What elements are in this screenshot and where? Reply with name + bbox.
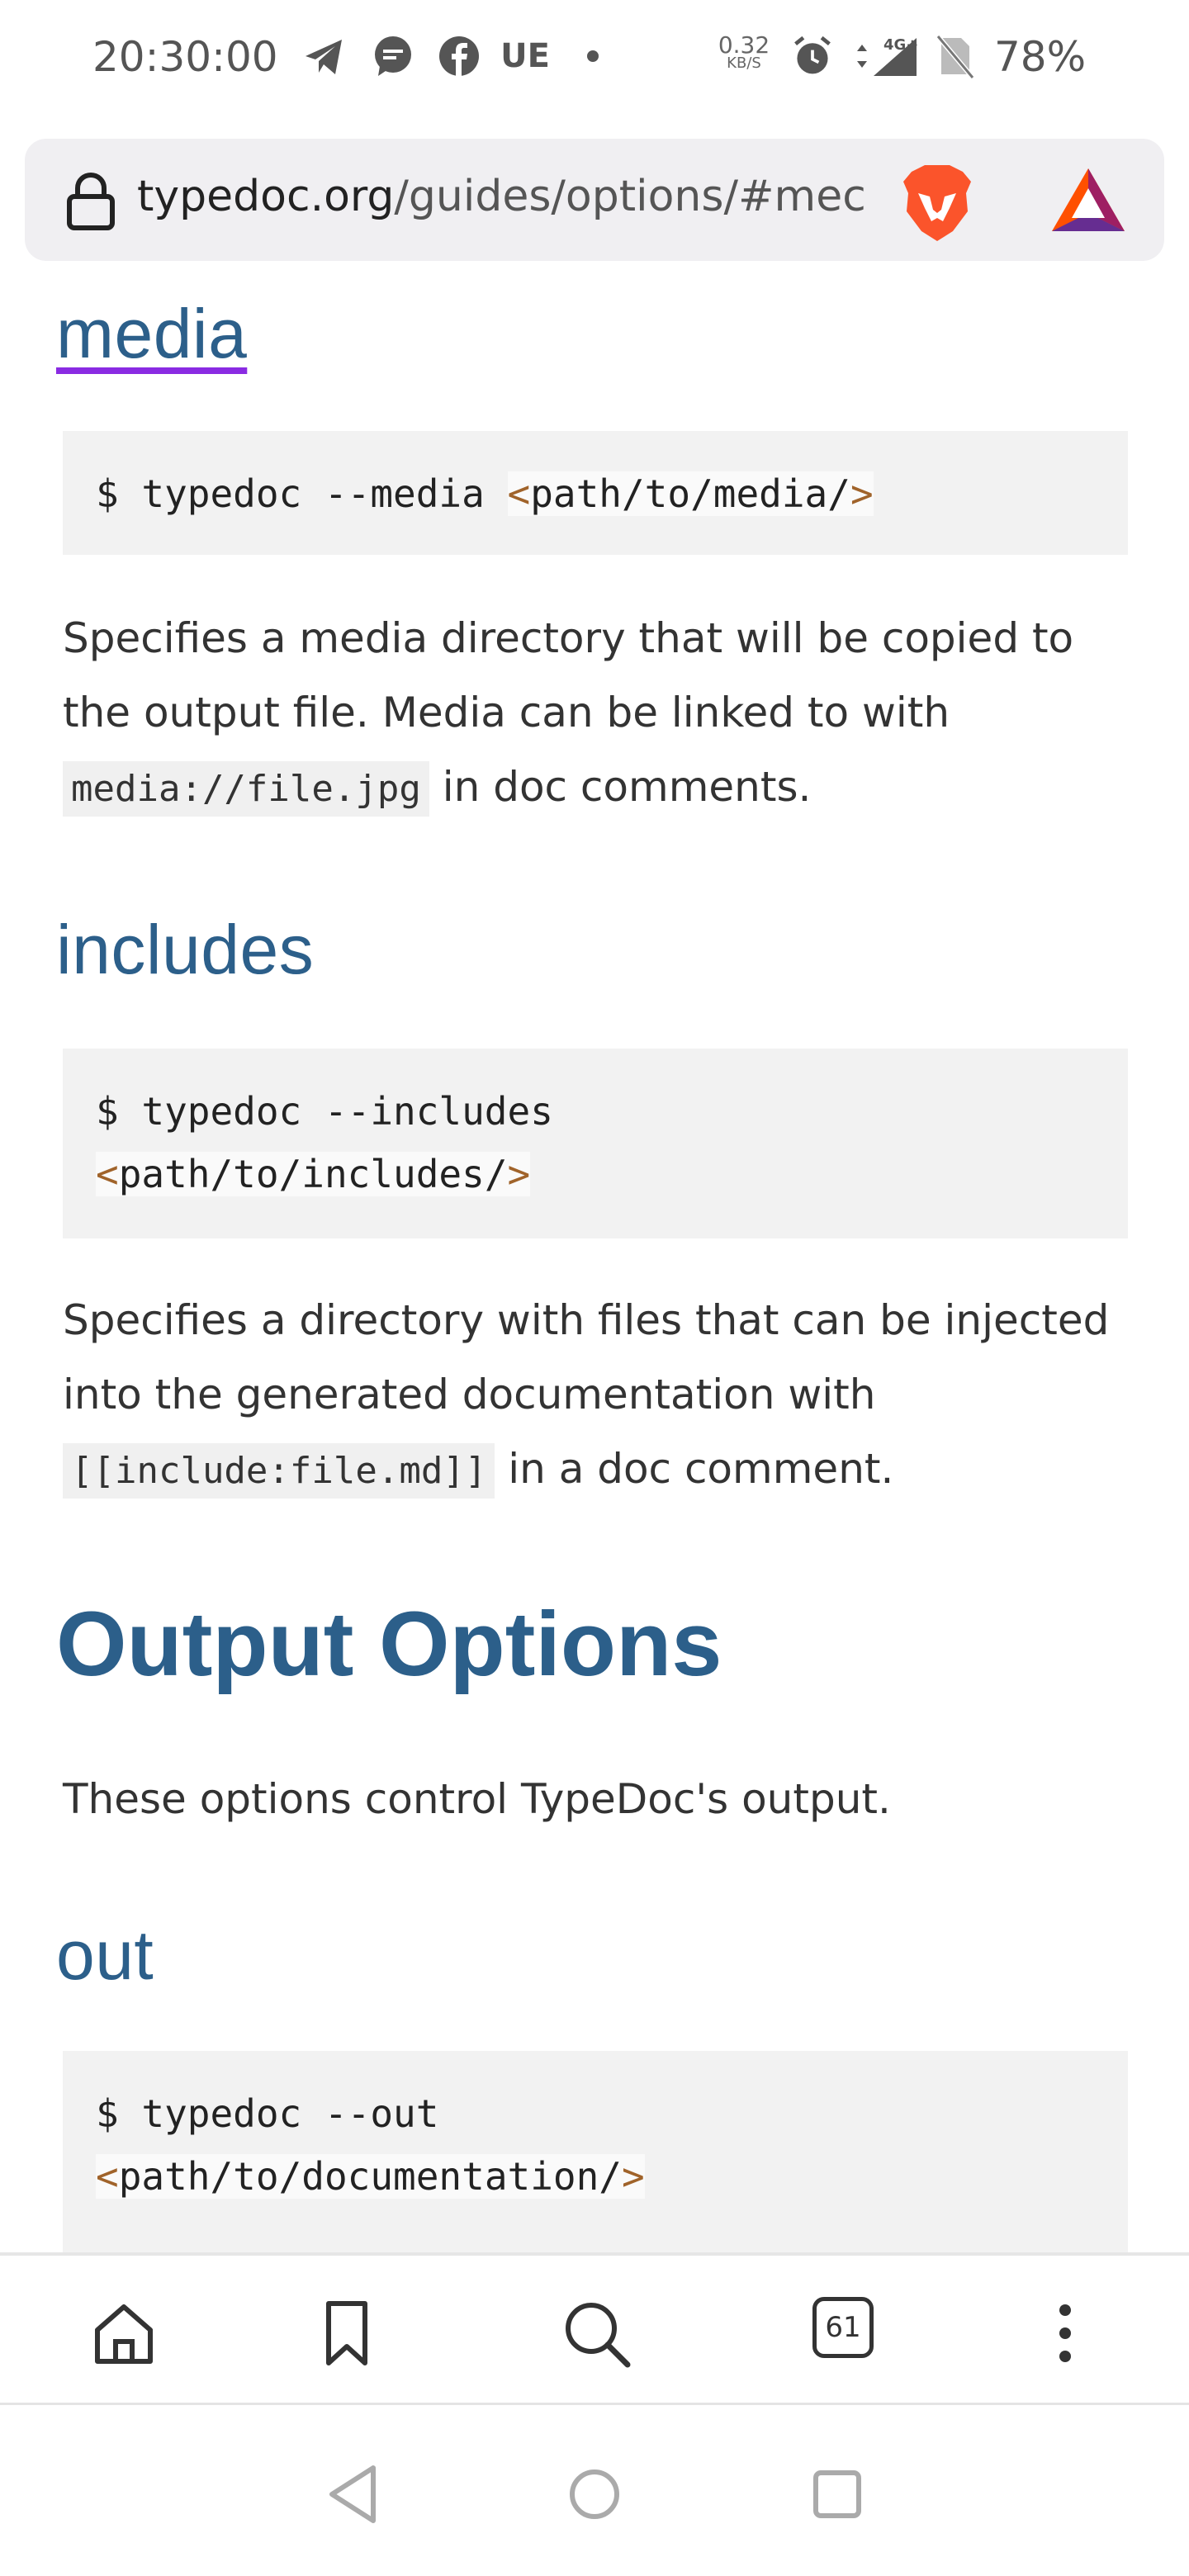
code-argument: <path/to/documentation/>	[96, 2154, 645, 2199]
heading-media[interactable]: media	[56, 294, 247, 374]
svg-text:4G+: 4G+	[883, 36, 918, 54]
carrier-badge: UE	[500, 37, 550, 75]
brave-lion-icon[interactable]	[902, 163, 973, 243]
alarm-icon	[794, 36, 831, 74]
output-options-description: These options control TypeDoc's output.	[63, 1775, 891, 1823]
status-time: 20:30:00	[92, 33, 278, 81]
bookmark-icon[interactable]	[306, 2292, 388, 2375]
home-circle-icon[interactable]	[553, 2453, 636, 2536]
network-speed: 0.32 KB/S	[718, 31, 770, 73]
inline-code: [[include:file.md]]	[63, 1443, 495, 1499]
chat-bubble-icon	[375, 36, 411, 76]
dot-icon	[587, 50, 599, 62]
code-command: $ typedoc --out	[96, 2091, 439, 2136]
bat-triangle-icon[interactable]	[1050, 167, 1126, 234]
battery-level: 78%	[994, 33, 1087, 81]
url-text[interactable]: typedoc.org/guides/options/#mec	[137, 172, 897, 230]
system-navigation-bar	[0, 2403, 1189, 2576]
back-icon[interactable]	[314, 2453, 396, 2536]
inline-code: media://file.jpg	[63, 761, 429, 817]
lock-icon[interactable]	[64, 172, 117, 231]
browser-toolbar: 61	[0, 2252, 1189, 2403]
facebook-icon	[439, 36, 479, 76]
telegram-icon	[306, 40, 342, 74]
page-content: media $ typedoc --media <path/to/media/>…	[0, 261, 1189, 2252]
more-icon[interactable]	[1024, 2292, 1106, 2375]
url-path: /guides/options/#mec	[394, 172, 866, 221]
code-block-out: $ typedoc --out <path/to/documentation/>	[63, 2051, 1128, 2252]
no-sim-icon	[936, 35, 975, 79]
code-block-includes: $ typedoc --includes <path/to/includes/>	[63, 1049, 1128, 1238]
url-host: typedoc.org	[137, 172, 395, 221]
code-argument: <path/to/includes/>	[96, 1152, 531, 1196]
home-icon[interactable]	[83, 2292, 165, 2375]
heading-out[interactable]: out	[56, 1915, 154, 1996]
tabs-icon[interactable]: 61	[812, 2297, 874, 2358]
search-icon[interactable]	[555, 2292, 637, 2375]
media-description: Specifies a media directory that will be…	[63, 601, 1136, 826]
heading-output-options[interactable]: Output Options	[56, 1592, 722, 1697]
code-argument: <path/to/media/>	[507, 471, 874, 516]
code-command: $ typedoc --includes	[96, 1089, 553, 1134]
status-bar: 20:30:00 UE 0.32 KB/S 4G+ 78%	[0, 0, 1189, 116]
code-command: $ typedoc --media	[96, 471, 508, 516]
signal-icon: 4G+	[850, 33, 925, 79]
recents-icon[interactable]	[796, 2453, 879, 2536]
code-block-media: $ typedoc --media <path/to/media/>	[63, 431, 1128, 555]
heading-includes[interactable]: includes	[56, 910, 314, 990]
address-bar[interactable]: typedoc.org/guides/options/#mec	[25, 139, 1164, 261]
includes-description: Specifies a directory with files that ca…	[63, 1283, 1136, 1508]
